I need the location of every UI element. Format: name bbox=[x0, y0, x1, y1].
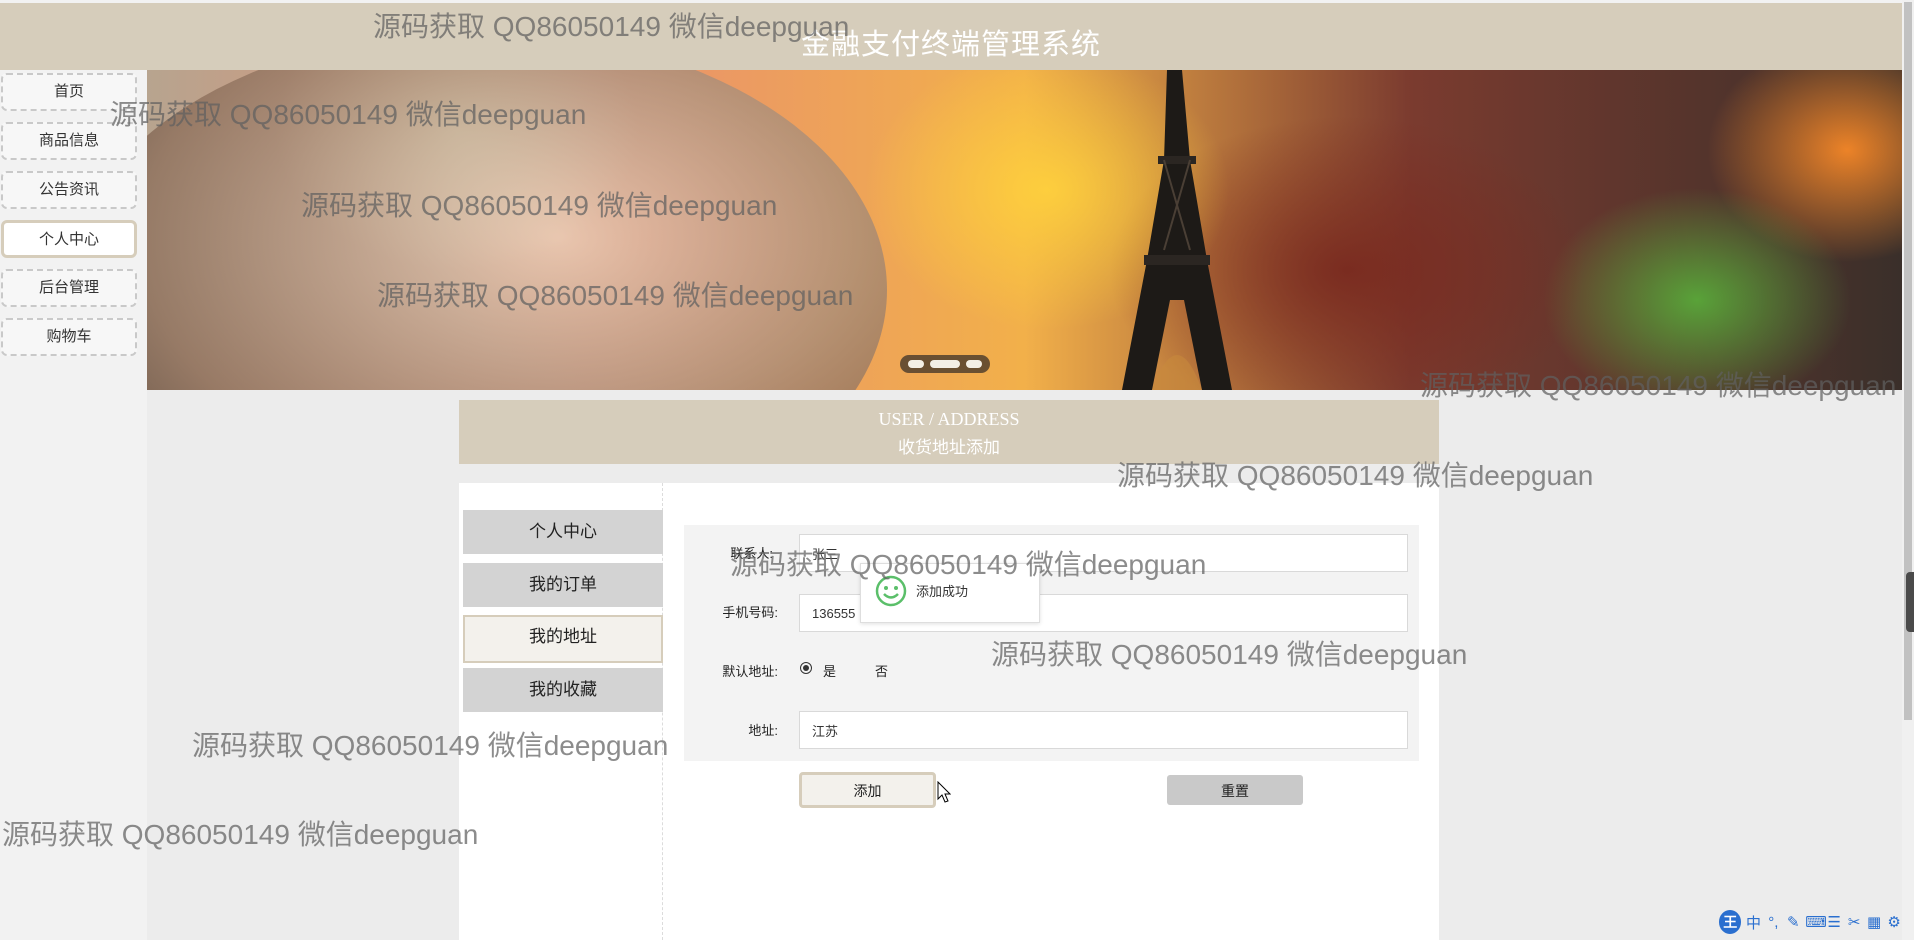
carousel-dot-active[interactable] bbox=[930, 360, 960, 368]
default-yes-label: 是 bbox=[823, 664, 837, 679]
mouse-cursor-icon bbox=[937, 781, 951, 803]
address-label: 地址: bbox=[748, 723, 778, 738]
eiffel-tower-image bbox=[1122, 70, 1232, 390]
carousel-dot[interactable] bbox=[966, 360, 982, 368]
contact-label: 联系人: bbox=[730, 546, 773, 561]
ime-chinese-mode-icon[interactable]: 中 bbox=[1745, 912, 1761, 933]
ime-grid-icon[interactable]: ▦ bbox=[1866, 913, 1882, 931]
sidebar-item-my-orders[interactable]: 我的订单 bbox=[463, 563, 663, 607]
nav-admin[interactable]: 后台管理 bbox=[1, 269, 137, 307]
ime-scissors-icon[interactable]: ✂ bbox=[1846, 913, 1862, 931]
add-button[interactable]: 添加 bbox=[799, 772, 936, 808]
nav-cart[interactable]: 购物车 bbox=[1, 318, 137, 356]
section-title-cn: 收货地址添加 bbox=[898, 438, 1000, 457]
nav-products[interactable]: 商品信息 bbox=[1, 122, 137, 160]
section-title-en: USER / ADDRESS bbox=[878, 409, 1020, 429]
carousel-indicators bbox=[900, 355, 990, 373]
phone-label: 手机号码: bbox=[722, 605, 778, 620]
site-title: 金融支付终端管理系统 bbox=[800, 29, 1101, 61]
top-header: 金融支付终端管理系统 bbox=[0, 0, 1902, 70]
ime-logo-icon[interactable]: 王 bbox=[1719, 910, 1742, 934]
success-toast: 添加成功 bbox=[860, 563, 1040, 623]
ime-handwriting-icon[interactable]: ✎ bbox=[1785, 913, 1801, 931]
ime-settings-icon[interactable]: ⚙ bbox=[1886, 913, 1902, 931]
toast-message: 添加成功 bbox=[916, 584, 969, 599]
hero-banner bbox=[147, 70, 1902, 390]
left-nav: 首页 商品信息 公告资讯 个人中心 后台管理 购物车 bbox=[0, 70, 147, 940]
sidebar-item-personal-center[interactable]: 个人中心 bbox=[463, 510, 663, 554]
smile-icon bbox=[875, 575, 907, 607]
ime-keyboard-icon[interactable]: ⌨ bbox=[1805, 913, 1827, 931]
sidebar-item-my-favorites[interactable]: 我的收藏 bbox=[463, 668, 663, 712]
default-address-label: 默认地址: bbox=[722, 664, 778, 679]
address-input[interactable] bbox=[799, 711, 1408, 749]
banner-book-image bbox=[147, 70, 887, 390]
section-header: USER / ADDRESS 收货地址添加 bbox=[459, 400, 1439, 464]
default-yes-radio[interactable] bbox=[800, 662, 812, 674]
nav-news[interactable]: 公告资讯 bbox=[1, 171, 137, 209]
ime-toolbar: 王 中 °, ✎ ⌨ ☰ ✂ ▦ ⚙ bbox=[1719, 909, 1902, 935]
nav-personal-center[interactable]: 个人中心 bbox=[1, 220, 137, 258]
nav-home[interactable]: 首页 bbox=[1, 73, 137, 111]
side-tab-handle[interactable] bbox=[1906, 572, 1914, 632]
default-no-label[interactable]: 否 bbox=[875, 661, 888, 680]
sidebar-item-my-address[interactable]: 我的地址 bbox=[463, 615, 663, 663]
page-scrollbar[interactable] bbox=[1902, 0, 1914, 940]
carousel-dot[interactable] bbox=[908, 360, 924, 368]
reset-button[interactable]: 重置 bbox=[1167, 775, 1303, 805]
ime-menu-icon[interactable]: ☰ bbox=[1826, 913, 1842, 931]
ime-punctuation-icon[interactable]: °, bbox=[1765, 914, 1781, 931]
